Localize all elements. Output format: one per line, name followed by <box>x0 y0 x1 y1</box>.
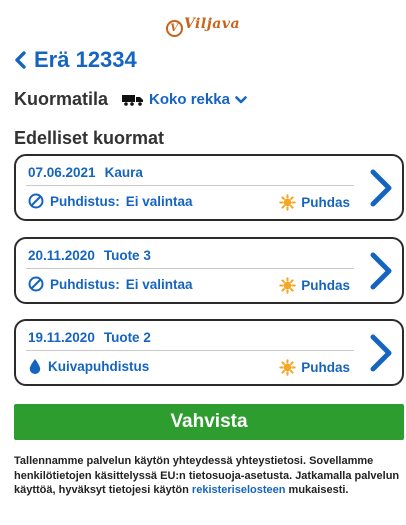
load-card[interactable]: 19.11.2020 Tuote 2 Kuivapuhdistus Puhdas <box>14 319 404 386</box>
sun-icon <box>279 359 296 376</box>
load-card[interactable]: 07.06.2021 Kaura Puhdistus: Ei valintaa Pu… <box>14 154 404 221</box>
confirm-button[interactable]: Vahvista <box>14 404 404 440</box>
load-status-row: Kuormatila Koko rekka <box>14 89 247 110</box>
cleaning-info: Puhdistus: Ei valintaa <box>28 193 193 209</box>
no-selection-icon <box>28 193 44 209</box>
no-selection-icon <box>28 276 44 292</box>
cleanliness-status: Puhdas <box>279 194 350 211</box>
load-product: Kaura <box>104 165 143 180</box>
load-date: 19.11.2020 <box>28 330 95 345</box>
sun-icon <box>279 277 296 294</box>
privacy-policy-link[interactable]: rekisteriselosteen <box>192 484 286 496</box>
sun-icon <box>279 194 296 211</box>
load-date: 07.06.2021 <box>28 165 96 180</box>
brand-logo-text: Viljava <box>183 16 241 32</box>
cleaning-value: Ei valintaa <box>125 193 193 209</box>
load-status-select[interactable]: Koko rekka <box>122 91 247 108</box>
cleaning-value: Ei valintaa <box>125 276 193 292</box>
load-status-value: Koko rekka <box>149 91 230 108</box>
back-button[interactable]: Erä 12334 <box>14 47 137 73</box>
cleaning-label: Puhdistus: <box>50 276 120 292</box>
status-label: Puhdas <box>301 195 350 210</box>
brand-logo: V Viljava <box>0 16 406 37</box>
cleanliness-status: Puhdas <box>279 359 350 376</box>
load-status-label: Kuormatila <box>14 89 109 109</box>
divider <box>26 185 354 186</box>
previous-loads-title: Edelliset kuormat <box>14 128 165 148</box>
chevron-right-icon <box>370 252 392 290</box>
cleaning-label: Puhdistus: <box>50 193 120 209</box>
chevron-down-icon <box>235 95 247 103</box>
water-drop-icon <box>29 358 41 375</box>
load-card-header: 07.06.2021 Kaura <box>28 165 143 180</box>
chevron-right-icon <box>370 169 392 207</box>
brand-logo-mark: V <box>165 20 183 37</box>
load-card-header: 20.11.2020 Tuote 3 <box>28 248 151 263</box>
divider <box>26 268 354 269</box>
load-product: Tuote 2 <box>103 330 151 345</box>
chevron-left-icon <box>15 51 26 69</box>
divider <box>26 350 354 351</box>
truck-icon <box>122 94 144 106</box>
chevron-right-icon <box>370 334 392 372</box>
load-product: Tuote 3 <box>103 248 151 263</box>
privacy-suffix: mukaisesti. <box>288 484 349 496</box>
page-title: Erä 12334 <box>34 47 137 72</box>
cleaning-label: Kuivapuhdistus <box>48 359 150 374</box>
load-card-header: 19.11.2020 Tuote 2 <box>28 330 151 345</box>
status-label: Puhdas <box>301 360 350 375</box>
status-label: Puhdas <box>301 278 350 293</box>
cleaning-info: Puhdistus: Ei valintaa <box>28 276 193 292</box>
load-card[interactable]: 20.11.2020 Tuote 3 Puhdistus: Ei valintaa … <box>14 237 404 304</box>
cleanliness-status: Puhdas <box>279 277 350 294</box>
cleaning-info: Kuivapuhdistus <box>28 358 149 375</box>
privacy-notice: Tallennamme palvelun käytön yhteydessä y… <box>14 454 400 498</box>
load-date: 20.11.2020 <box>28 248 95 263</box>
